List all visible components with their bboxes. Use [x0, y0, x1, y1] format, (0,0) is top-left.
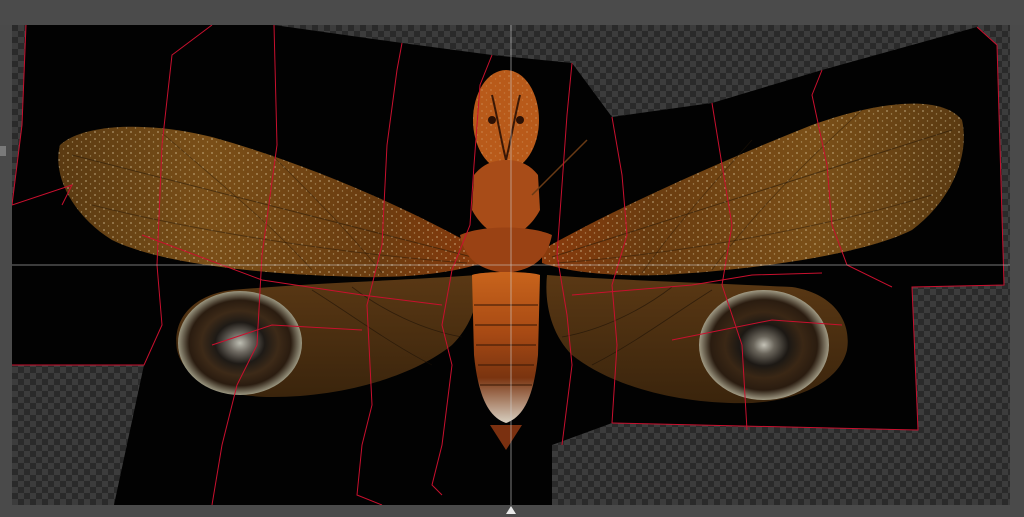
right-gutter	[1010, 25, 1024, 505]
left-ruler-gutter	[0, 25, 12, 505]
stitched-image-preview	[12, 25, 1010, 505]
canvas-area[interactable]	[12, 25, 1010, 505]
triangle-up-icon[interactable]	[506, 506, 516, 514]
top-toolbar-area	[0, 0, 1024, 25]
left-marker-tick-icon[interactable]	[0, 146, 6, 156]
image-editor-window	[0, 0, 1024, 517]
